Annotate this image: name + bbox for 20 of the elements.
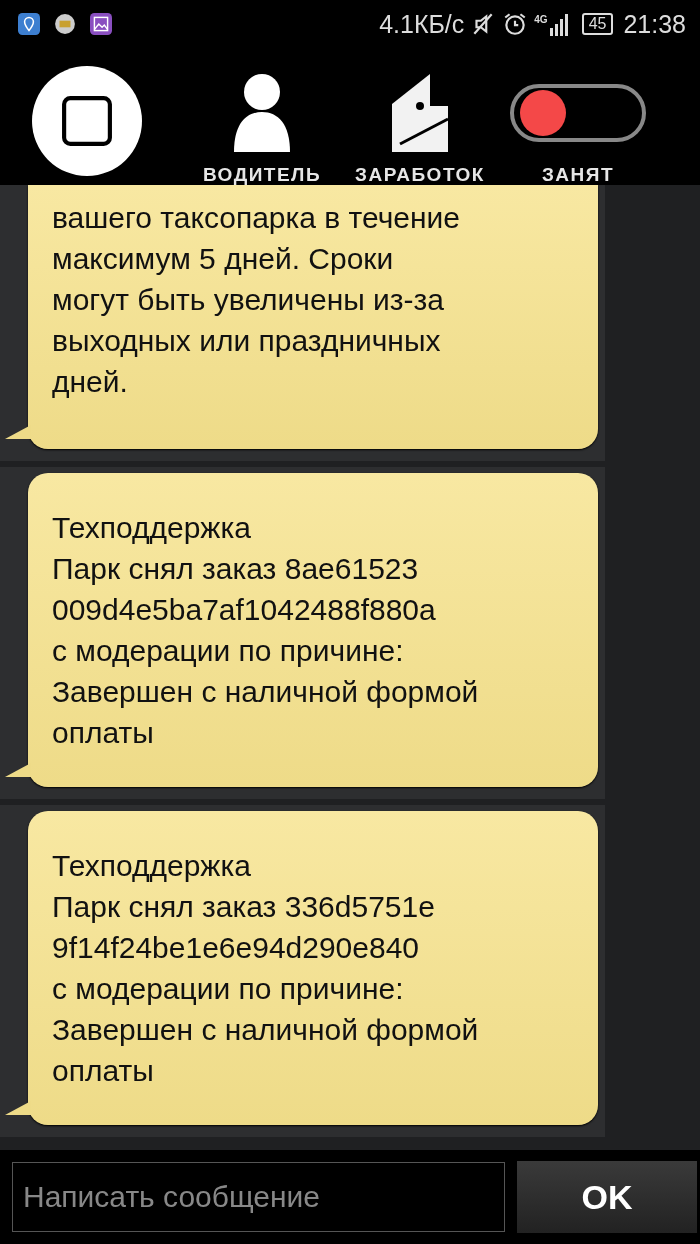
message-input[interactable]: Написать сообщение bbox=[12, 1162, 505, 1232]
wallet-icon bbox=[390, 73, 450, 152]
ok-button[interactable]: OK bbox=[517, 1161, 697, 1233]
app-icon bbox=[54, 13, 76, 35]
driver-tab[interactable]: ВОДИТЕЛЬ bbox=[192, 73, 332, 186]
busy-toggle[interactable] bbox=[510, 83, 646, 142]
network-type: 4G bbox=[534, 13, 548, 25]
message-text: Техподдержка Парк снял заказ 8ae61523 009d4e5ba7af1042488f880a с модерации по причине: Завершен с наличной формой оплаты bbox=[52, 511, 479, 749]
image-icon bbox=[90, 13, 112, 35]
earnings-tab[interactable]: ЗАРАБОТОК bbox=[350, 73, 490, 186]
network-speed: 4.1КБ/с bbox=[379, 9, 465, 39]
location-icon bbox=[18, 13, 40, 35]
battery-indicator: 45 bbox=[581, 13, 614, 35]
message-text: вашего таксопарка в течение максимум 5 дней. Сроки могут быть увеличены из-за выходных или праздничных дней. bbox=[52, 201, 461, 398]
square-icon bbox=[61, 94, 113, 147]
message-text: Техподдержка Парк снял заказ 336d5751e 9f14f24be1e6e94d290e840 с модерации по причине: Завершен с наличной формой оплаты bbox=[52, 849, 479, 1087]
clock: 21:38 bbox=[623, 9, 686, 39]
signal-icon bbox=[547, 12, 570, 36]
person-icon bbox=[232, 73, 292, 152]
toggle-tab[interactable]: ЗАНЯТ bbox=[508, 73, 648, 186]
